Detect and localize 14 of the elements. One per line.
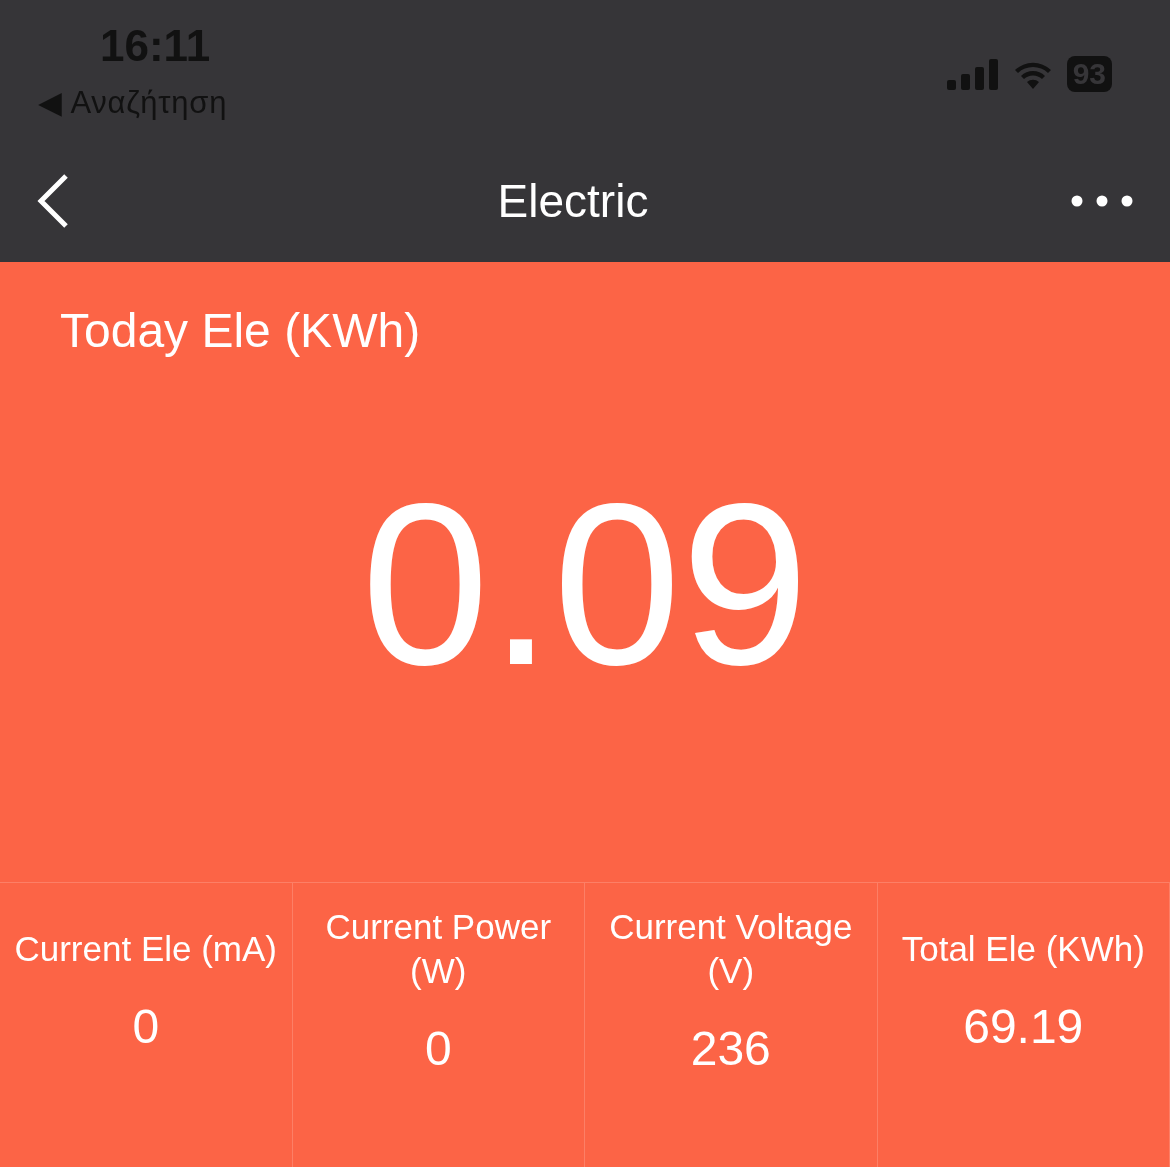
more-icon bbox=[1071, 195, 1133, 207]
stat-label: Current Ele (mA) bbox=[13, 928, 279, 970]
today-label: Today Ele (KWh) bbox=[60, 303, 421, 359]
stat-label: Current Power (W) bbox=[324, 906, 553, 992]
signal-icon bbox=[946, 58, 999, 90]
today-value: 0.09 bbox=[361, 469, 809, 700]
stat-label: Total Ele (KWh) bbox=[900, 928, 1146, 970]
chevron-left-icon bbox=[36, 173, 70, 229]
page-title: Electric bbox=[497, 173, 649, 229]
stat-value: 69.19 bbox=[963, 999, 1084, 1055]
stat-value: 0 bbox=[132, 999, 160, 1055]
stat-value: 0 bbox=[424, 1021, 452, 1077]
stat-value: 236 bbox=[690, 1021, 771, 1077]
stat-label: Current Voltage (V) bbox=[608, 906, 854, 992]
